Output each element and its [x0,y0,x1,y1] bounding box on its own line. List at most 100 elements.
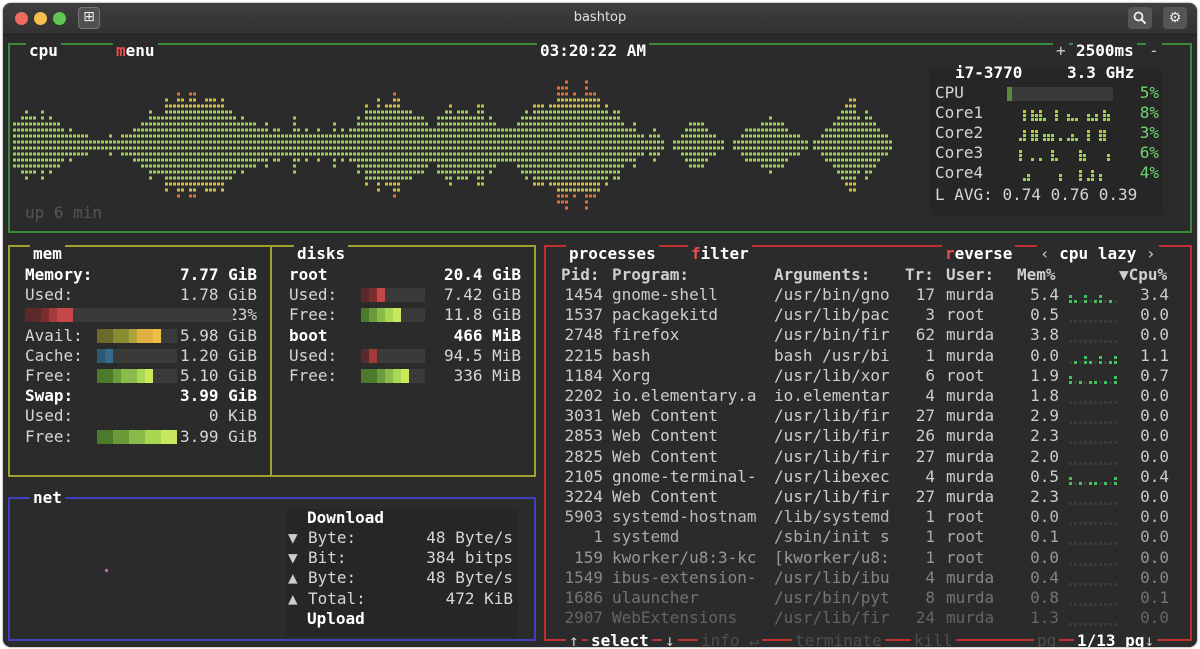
cpu-graph-dot [421,128,424,132]
cpu-graph-dot [145,134,148,138]
cpu-graph-dot [473,170,476,174]
cpu-graph-dot [597,140,600,144]
page-down-label[interactable]: pg [1125,631,1144,647]
cpu-graph-dot [313,146,316,150]
cpu-graph-dot [45,140,48,144]
cpu-graph-dot [253,158,256,162]
info-button[interactable]: info ↵ [698,631,762,647]
search-button[interactable] [1128,7,1152,29]
graph-dot [1109,401,1112,404]
proc-user: murda [946,426,995,446]
page-up-button[interactable]: pg [1034,631,1060,647]
proc-pid: 2202 [564,386,603,405]
select-up-icon[interactable]: ↑ [566,631,582,647]
graph-dot [1099,340,1102,344]
graph-dot [1084,320,1087,324]
col-user[interactable]: User: [946,265,994,285]
sort-selector[interactable]: ‹ cpu lazy › [1037,244,1159,264]
cpu-graph-dot [53,146,56,150]
col-mem[interactable]: Mem% [1017,265,1056,285]
core-graph-dot [1087,178,1090,181]
cpu-graph-dot [233,152,236,156]
cpu-graph-dot [197,122,200,126]
cpu-graph-dot [225,176,228,180]
cpu-graph-dot [225,170,228,174]
cpu-graph-dot [245,134,248,138]
cpu-graph-dot [337,152,340,156]
cpu-graph-dot [205,122,208,126]
cpu-graph-dot [689,152,692,156]
cpu-graph-dot [389,158,392,162]
cpu-graph-dot [565,164,568,168]
graph-dot [1094,522,1097,526]
cpu-graph-dot [533,176,536,180]
cpu-graph-dot [53,152,56,156]
reverse-button[interactable]: reverse [942,244,1016,264]
cpu-graph-dot [365,146,368,150]
cpu-graph-dot [597,134,600,138]
cpu-graph-dot [545,152,548,156]
menu-button[interactable]: menu [113,41,158,61]
page-indicator: 1/13 pg↓ [1074,631,1158,647]
cpu-graph-dot [829,134,832,138]
cpu-graph-dot [541,164,544,168]
sort-prev-icon[interactable]: ‹ [1040,244,1050,263]
cpu-graph-dot [621,164,624,168]
cpu-graph-dot [625,158,628,162]
cpu-graph-dot [773,146,776,150]
col-arguments[interactable]: Arguments: [774,265,870,285]
proc-user: root [946,527,985,547]
cpu-graph-dot [545,176,548,180]
cpu-graph-dot [589,188,592,192]
cpu-graph-dot [597,152,600,156]
cpu-graph-dot [389,104,392,108]
cpu-graph-dot [589,146,592,150]
meter-segment [121,429,129,444]
meter-segment [377,308,385,323]
cpu-graph-dot [333,158,336,162]
refresh-decrease-button[interactable]: - [1146,41,1162,61]
cpu-graph-dot [825,140,828,144]
refresh-increase-button[interactable]: + [1053,41,1069,61]
col-threads[interactable]: Tr: [905,265,934,285]
core-graph-dot [1023,138,1026,141]
select-down-icon[interactable]: ↓ [662,631,678,647]
page-down-icon[interactable]: ↓ [1144,631,1154,647]
col-cpu[interactable]: ▼Cpu% [1119,265,1167,285]
cpu-graph-dot [589,182,592,186]
proc-mem: 0.5 [1030,466,1059,486]
settings-button[interactable]: ⚙ [1163,7,1187,29]
terminate-button[interactable]: terminate [792,631,885,647]
cpu-graph-dot [489,122,492,126]
cpu-graph-dot [121,152,124,156]
cpu-graph-dot [593,176,596,180]
cpu-graph-dot [629,146,632,150]
col-program[interactable]: Program: [612,265,689,285]
col-pid[interactable]: Pid: [561,265,600,285]
cpu-graph-dot [393,110,396,114]
cpu-graph-dot [25,140,28,144]
cpu-graph-dot [333,122,336,126]
cpu-graph-dot [233,164,236,168]
meter-segment [121,369,129,383]
cpu-graph-dot [697,134,700,138]
cpu-graph-dot [537,176,540,180]
graph-dot [1089,300,1092,303]
cpu-graph-dot [777,146,780,150]
cpu-graph-dot [569,122,572,126]
kill-button[interactable]: kill [911,631,956,647]
proc-arguments: bash /usr/bi [774,345,890,365]
cpu-graph-dot [585,170,588,174]
cpu-graph-dot [141,146,144,150]
filter-button[interactable]: filter [688,244,752,264]
cpu-history-graph [13,80,892,210]
cpu-graph-dot [189,98,192,102]
cpu-graph-dot [361,134,364,138]
cpu-graph-dot [521,164,524,168]
proc-threads: 6 [925,365,935,385]
sort-next-icon[interactable]: › [1146,244,1156,263]
cpu-graph-dot [589,194,592,198]
cpu-graph-dot [129,152,132,156]
cpu-graph-dot [425,158,428,162]
cpu-graph-dot [497,146,500,150]
